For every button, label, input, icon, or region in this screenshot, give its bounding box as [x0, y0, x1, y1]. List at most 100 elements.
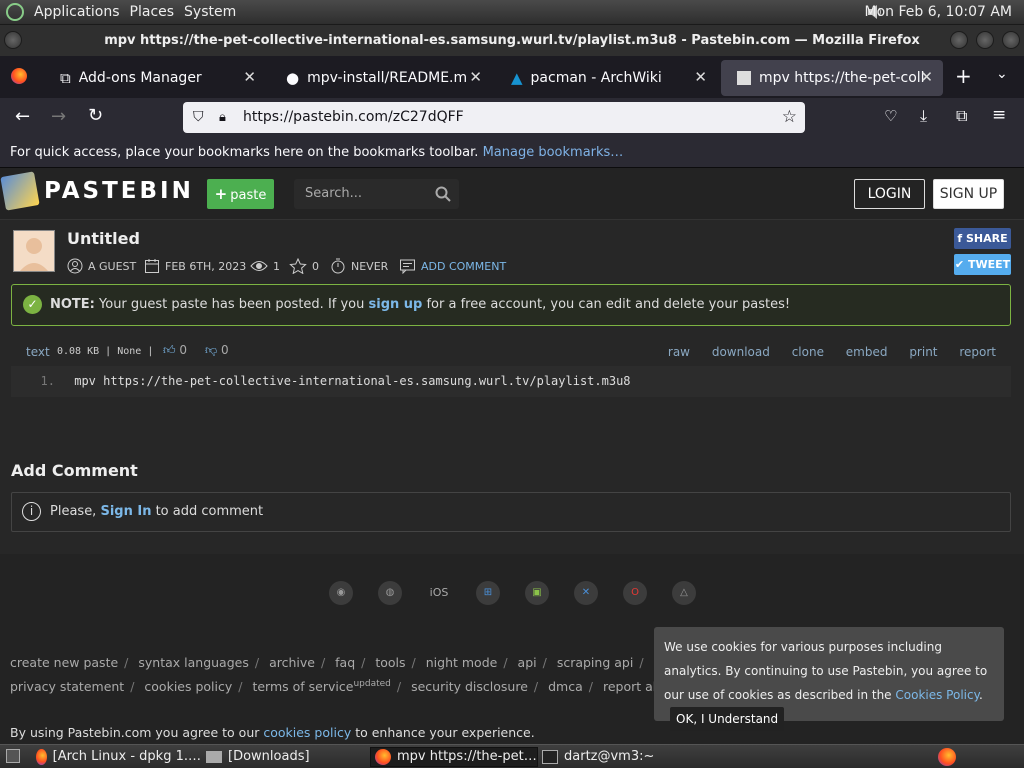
url-text[interactable]: https://pastebin.com/zC27dQFF: [243, 109, 464, 125]
tab-pacman-archwiki[interactable]: ▲ pacman - ArchWiki ✕: [495, 60, 717, 96]
lock-icon[interactable]: 🔒︎: [219, 102, 226, 133]
paste-date: FEB 6TH, 2023: [144, 258, 246, 274]
cookies-policy-link[interactable]: Cookies Policy: [895, 688, 979, 702]
window-titlebar[interactable]: mpv https://the-pet-collective-internati…: [0, 25, 1024, 56]
paste-views: 1: [250, 258, 280, 274]
footer-link[interactable]: scraping api: [557, 655, 634, 670]
code-line[interactable]: mpv https://the-pet-collective-internati…: [74, 374, 630, 388]
applications-menu[interactable]: Applications: [34, 4, 120, 20]
code-block[interactable]: 1. mpv https://the-pet-collective-intern…: [11, 366, 1011, 397]
footer-link[interactable]: archive: [269, 655, 315, 670]
window-menu-button[interactable]: [4, 31, 22, 49]
forward-icon[interactable]: →: [51, 106, 66, 127]
taskbar-item-arch-linux[interactable]: [Arch Linux - dpkg 1.…: [36, 747, 201, 767]
login-button[interactable]: LOGIN: [854, 179, 925, 209]
pastebin-favicon-icon: [737, 71, 751, 85]
windows-icon[interactable]: ⊞: [476, 581, 500, 605]
footer-link[interactable]: tools: [375, 655, 405, 670]
site-logo[interactable]: PASTEBIN: [44, 178, 194, 204]
close-window-button[interactable]: [1002, 31, 1020, 49]
maximize-button[interactable]: [976, 31, 994, 49]
android-icon[interactable]: ▣: [525, 581, 549, 605]
eye-icon: [250, 261, 268, 271]
reload-icon[interactable]: ↻: [88, 105, 103, 126]
sign-up-link[interactable]: sign up: [369, 297, 423, 312]
facebook-share-button[interactable]: f SHARE: [954, 228, 1011, 249]
clock[interactable]: Mon Feb 6, 10:07 AM: [865, 4, 1012, 20]
footer-link[interactable]: faq: [335, 655, 355, 670]
bookmark-star-icon[interactable]: ☆: [782, 102, 797, 133]
close-tab-icon[interactable]: ✕: [694, 68, 707, 86]
ios-icon[interactable]: iOS: [427, 581, 451, 605]
raw-link[interactable]: raw: [668, 345, 690, 359]
list-all-tabs-icon[interactable]: ⌄: [996, 66, 1008, 82]
twitter-tweet-button[interactable]: ✔ TWEET: [954, 254, 1011, 275]
system-logo-icon[interactable]: [6, 3, 24, 21]
taskbar-item-terminal[interactable]: dartz@vm3:~: [542, 747, 707, 767]
sign-in-link[interactable]: Sign In: [100, 504, 151, 519]
guest-paste-notice: ✓ NOTE: Your guest paste has been posted…: [11, 284, 1011, 326]
footer-link[interactable]: night mode: [426, 655, 498, 670]
footer-link[interactable]: api: [518, 655, 537, 670]
firefox-icon[interactable]: ◍: [378, 581, 402, 605]
footer-link[interactable]: cookies policy: [144, 679, 232, 694]
cookies-policy-link[interactable]: cookies policy: [263, 725, 351, 740]
accept-cookies-button[interactable]: OK, I Understand: [670, 707, 785, 731]
close-tab-icon[interactable]: ✕: [469, 68, 482, 86]
menu-hamburger-icon[interactable]: ≡: [992, 105, 1006, 125]
navigation-toolbar: ← → ↻ ⛉ 🔒︎ https://pastebin.com/zC27dQFF…: [0, 98, 1024, 138]
linux-icon[interactable]: △: [672, 581, 696, 605]
mac-icon[interactable]: ✕: [574, 581, 598, 605]
add-comment-link[interactable]: ADD COMMENT: [399, 258, 506, 274]
report-link[interactable]: report: [959, 345, 996, 359]
dislike-button[interactable]: 👎︎ 0: [205, 343, 229, 358]
extensions-icon[interactable]: ⧉: [956, 106, 967, 126]
footer-link[interactable]: syntax languages: [138, 655, 248, 670]
print-link[interactable]: print: [909, 345, 937, 359]
star-icon[interactable]: [289, 258, 307, 274]
like-button[interactable]: 👍︎ 0: [163, 343, 187, 358]
manage-bookmarks-link[interactable]: Manage bookmarks…: [483, 145, 624, 160]
firefox-view-icon[interactable]: [11, 68, 27, 84]
taskbar-item-downloads[interactable]: [Downloads]: [206, 747, 366, 767]
footer-link[interactable]: dmca: [548, 679, 583, 694]
footer-link[interactable]: create new paste: [10, 655, 118, 670]
tab-mpv-install-readme[interactable]: ● mpv-install/README.md at ✕: [270, 60, 492, 96]
back-icon[interactable]: ←: [15, 106, 30, 127]
firefox-icon: [375, 749, 391, 765]
new-paste-button[interactable]: + paste: [207, 179, 274, 209]
check-circle-icon: ✓: [23, 295, 42, 314]
system-menu[interactable]: System: [184, 4, 236, 20]
pastebin-logo-icon[interactable]: [0, 171, 40, 211]
close-tab-icon[interactable]: ✕: [920, 68, 933, 86]
clone-link[interactable]: clone: [792, 345, 824, 359]
footer-link[interactable]: security disclosure: [411, 679, 528, 694]
url-bar[interactable]: ⛉ 🔒︎ https://pastebin.com/zC27dQFF ☆: [183, 102, 805, 133]
search-input[interactable]: Search...: [294, 179, 459, 209]
search-icon[interactable]: [435, 186, 451, 202]
embed-link[interactable]: embed: [846, 345, 888, 359]
signup-button[interactable]: SIGN UP: [933, 179, 1004, 209]
tab-pastebin-active[interactable]: mpv https://the-pet-collecti ✕: [721, 60, 943, 96]
close-tab-icon[interactable]: ✕: [243, 68, 256, 86]
syntax-link[interactable]: text: [26, 345, 50, 359]
avatar: [13, 230, 55, 272]
folder-icon: [206, 751, 222, 763]
pocket-icon[interactable]: ♡: [884, 107, 897, 125]
footer-link[interactable]: privacy statement: [10, 679, 124, 694]
tab-addons-manager[interactable]: ⧉ Add-ons Manager ✕: [44, 60, 266, 96]
firefox-launcher-icon[interactable]: [938, 748, 956, 766]
footer-link[interactable]: report abuse: [603, 679, 654, 694]
show-desktop-icon[interactable]: [6, 749, 20, 763]
places-menu[interactable]: Places: [130, 4, 175, 20]
taskbar-item-mpv-pastebin[interactable]: mpv https://the-pet…: [370, 747, 538, 767]
opera-icon[interactable]: O: [623, 581, 647, 605]
footer-link[interactable]: terms of service: [252, 679, 353, 694]
paste-expiration: NEVER: [330, 258, 388, 274]
minimize-button[interactable]: [950, 31, 968, 49]
shield-icon[interactable]: ⛉: [193, 102, 204, 133]
chrome-icon[interactable]: ◉: [329, 581, 353, 605]
new-tab-icon[interactable]: +: [955, 64, 972, 88]
downloads-icon[interactable]: ⤓: [920, 106, 927, 126]
download-link[interactable]: download: [712, 345, 770, 359]
